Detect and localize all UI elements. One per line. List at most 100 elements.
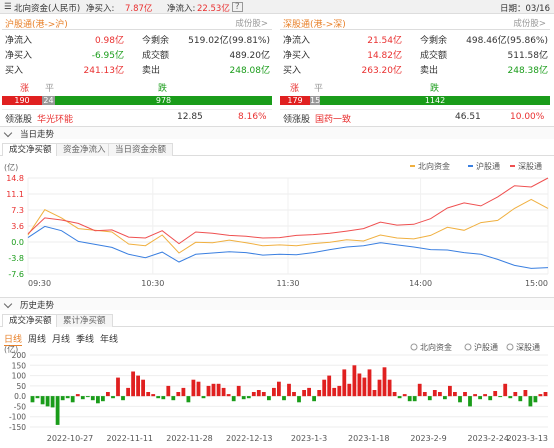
x-tick-label: 09:30 — [28, 279, 51, 288]
bar — [443, 396, 447, 400]
sh-label: 卖出 — [142, 66, 161, 76]
tab-history-net-buy[interactable]: 成交净买额 — [2, 314, 59, 327]
unit-label: (亿) — [4, 162, 18, 172]
bar — [35, 396, 40, 399]
bar — [221, 387, 226, 397]
bar — [468, 396, 472, 407]
x-tick-label: 2023-1-3 — [291, 434, 327, 443]
bar — [337, 385, 342, 397]
sh-label: 净买入 — [5, 51, 33, 61]
sz-label: 买入 — [283, 66, 302, 76]
net-buy-label: 净买入: — [86, 4, 115, 14]
sz-lead-label: 领涨股 — [283, 115, 311, 125]
bar — [533, 396, 538, 403]
bar — [55, 396, 60, 425]
bar — [493, 391, 498, 397]
sh-flat-header: 平 — [45, 84, 55, 94]
sz-label: 今剩余 — [420, 36, 448, 46]
y-tick-label: -150 — [9, 423, 26, 432]
sh-advance-decline-bar: 190 24 978 — [2, 96, 272, 105]
bar — [256, 390, 261, 397]
sz-constituents-link[interactable]: 成份股> — [513, 17, 546, 29]
sz-panel-title: 深股通(港->深) — [283, 20, 346, 30]
legend-label: 深股通 — [516, 343, 540, 352]
bar — [277, 381, 281, 397]
bar — [453, 392, 457, 397]
bar — [201, 396, 206, 399]
bar — [186, 396, 191, 403]
help-button[interactable]: ? — [232, 2, 243, 12]
bar — [131, 371, 135, 397]
intraday-section-header[interactable]: 当日走势 — [0, 126, 554, 140]
collapse-chevron-icon[interactable] — [3, 299, 13, 309]
bar — [121, 396, 125, 401]
x-tick-label: 2023-2-24 — [468, 434, 509, 443]
bar — [498, 396, 503, 398]
collapse-chevron-icon[interactable] — [3, 128, 13, 138]
sh-flat-count: 24 — [42, 96, 55, 105]
sz-advance-decline-bar: 179 15 1142 — [280, 96, 550, 105]
sh-label: 成交额 — [142, 51, 170, 61]
x-tick-label: 11:30 — [276, 279, 299, 288]
legend-radio — [506, 343, 514, 351]
tab-history-cumulative[interactable]: 累计净买额 — [56, 314, 113, 327]
sh-value: 0.98亿 — [94, 36, 124, 46]
x-tick-label: 2022-12-13 — [226, 434, 273, 443]
bar — [317, 390, 322, 397]
bar — [251, 392, 256, 397]
bar — [85, 396, 90, 398]
tab-intraday-balance[interactable]: 当日资金余额 — [108, 143, 174, 156]
legend-swatch — [410, 165, 415, 167]
bar — [60, 396, 65, 401]
x-tick-label: 2023-1-18 — [348, 434, 389, 443]
bar — [272, 387, 276, 397]
y-tick-label: -50 — [14, 402, 26, 411]
bar — [538, 394, 543, 397]
sz-value: 263.20亿 — [361, 66, 403, 76]
net-inflow-value: 22.53亿 — [197, 4, 230, 14]
sh-up-count: 190 — [2, 96, 42, 105]
tab-intraday-net-buy[interactable]: 成交净买额 — [2, 143, 59, 156]
x-tick-label: 2022-11-28 — [166, 434, 213, 443]
bar — [196, 381, 201, 397]
bar — [392, 392, 397, 397]
bar — [267, 396, 271, 401]
bar — [297, 396, 301, 403]
sh-lead-stock[interactable]: 华光环能 — [37, 112, 73, 125]
bar — [146, 392, 151, 397]
bar — [372, 390, 377, 397]
bar — [96, 396, 100, 404]
bar — [116, 377, 120, 397]
y-tick-label: -100 — [9, 413, 26, 422]
bar — [387, 379, 392, 397]
bar — [307, 387, 311, 397]
bar — [463, 392, 467, 397]
bar — [50, 396, 55, 408]
northbound-title: 北向资金(人民币) — [14, 4, 81, 14]
sz-label: 成交额 — [420, 51, 448, 61]
bar — [141, 379, 145, 397]
legend-label: 北向资金 — [420, 343, 452, 352]
sh-value: 519.02亿(99.81%) — [188, 36, 270, 46]
bar — [382, 367, 387, 397]
menu-icon[interactable]: ☰ — [4, 2, 12, 12]
sh-constituents-link[interactable]: 成份股> — [235, 17, 268, 29]
sz-flat-header: 平 — [314, 84, 324, 94]
bar — [508, 396, 513, 399]
tab-intraday-net-inflow[interactable]: 资金净流入 — [56, 143, 113, 156]
sz-lead-stock[interactable]: 国药一致 — [315, 112, 351, 125]
bar — [347, 383, 352, 397]
bar — [181, 387, 186, 397]
date-label: 日期：03/16 — [500, 4, 550, 14]
y-tick-label: 11.1 — [6, 190, 24, 199]
bar — [166, 385, 171, 397]
bar — [327, 375, 332, 397]
bar — [80, 396, 85, 400]
bar — [362, 377, 367, 397]
bar — [75, 394, 80, 397]
bar — [45, 396, 50, 407]
bar — [312, 396, 316, 402]
history-section-header[interactable]: 历史走势 — [0, 297, 554, 311]
bar — [40, 396, 45, 405]
x-tick-label: 10:30 — [141, 279, 164, 288]
